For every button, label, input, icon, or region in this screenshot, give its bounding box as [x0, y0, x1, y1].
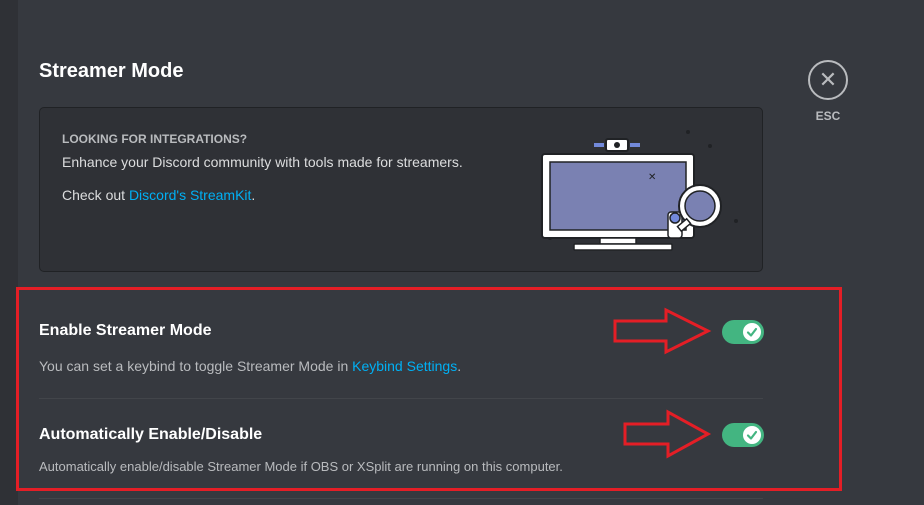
divider	[39, 498, 763, 499]
setting-title-enable-streamer-mode: Enable Streamer Mode	[39, 322, 212, 339]
keybind-desc-suffix: .	[457, 358, 462, 374]
annotation-arrow-1	[613, 307, 712, 355]
close-control[interactable]: ✕ ESC	[808, 60, 848, 123]
svg-text:✕: ✕	[648, 172, 656, 183]
sidebar-edge	[0, 0, 18, 505]
enable-streamer-mode-toggle[interactable]	[722, 320, 764, 344]
promo-link-prefix: Check out	[62, 187, 129, 203]
annotation-arrow-2	[623, 409, 712, 459]
promo-text: Enhance your Discord community with tool…	[62, 154, 463, 170]
setting-title-auto-enable: Automatically Enable/Disable	[39, 426, 263, 443]
keybind-desc-prefix: You can set a keybind to toggle Streamer…	[39, 358, 353, 374]
check-icon	[743, 323, 761, 341]
promo-link-line: Check out Discord's StreamKit.	[62, 187, 255, 203]
close-icon[interactable]: ✕	[808, 60, 848, 100]
divider	[39, 398, 763, 399]
auto-enable-toggle[interactable]	[722, 423, 764, 447]
setting-desc-enable-streamer-mode: You can set a keybind to toggle Streamer…	[39, 358, 461, 374]
check-icon	[743, 426, 761, 444]
esc-label: ESC	[815, 109, 841, 123]
streamkit-link[interactable]: Discord's StreamKit	[129, 187, 251, 203]
promo-link-suffix: .	[251, 187, 256, 203]
page-title: Streamer Mode	[39, 60, 184, 82]
streamer-illustration: ✕	[541, 130, 738, 251]
setting-desc-auto-enable: Automatically enable/disable Streamer Mo…	[39, 459, 563, 474]
promo-heading: LOOKING FOR INTEGRATIONS?	[62, 132, 248, 146]
keybind-settings-link[interactable]: Keybind Settings	[352, 358, 457, 374]
integrations-promo-card: LOOKING FOR INTEGRATIONS? Enhance your D…	[39, 107, 763, 272]
